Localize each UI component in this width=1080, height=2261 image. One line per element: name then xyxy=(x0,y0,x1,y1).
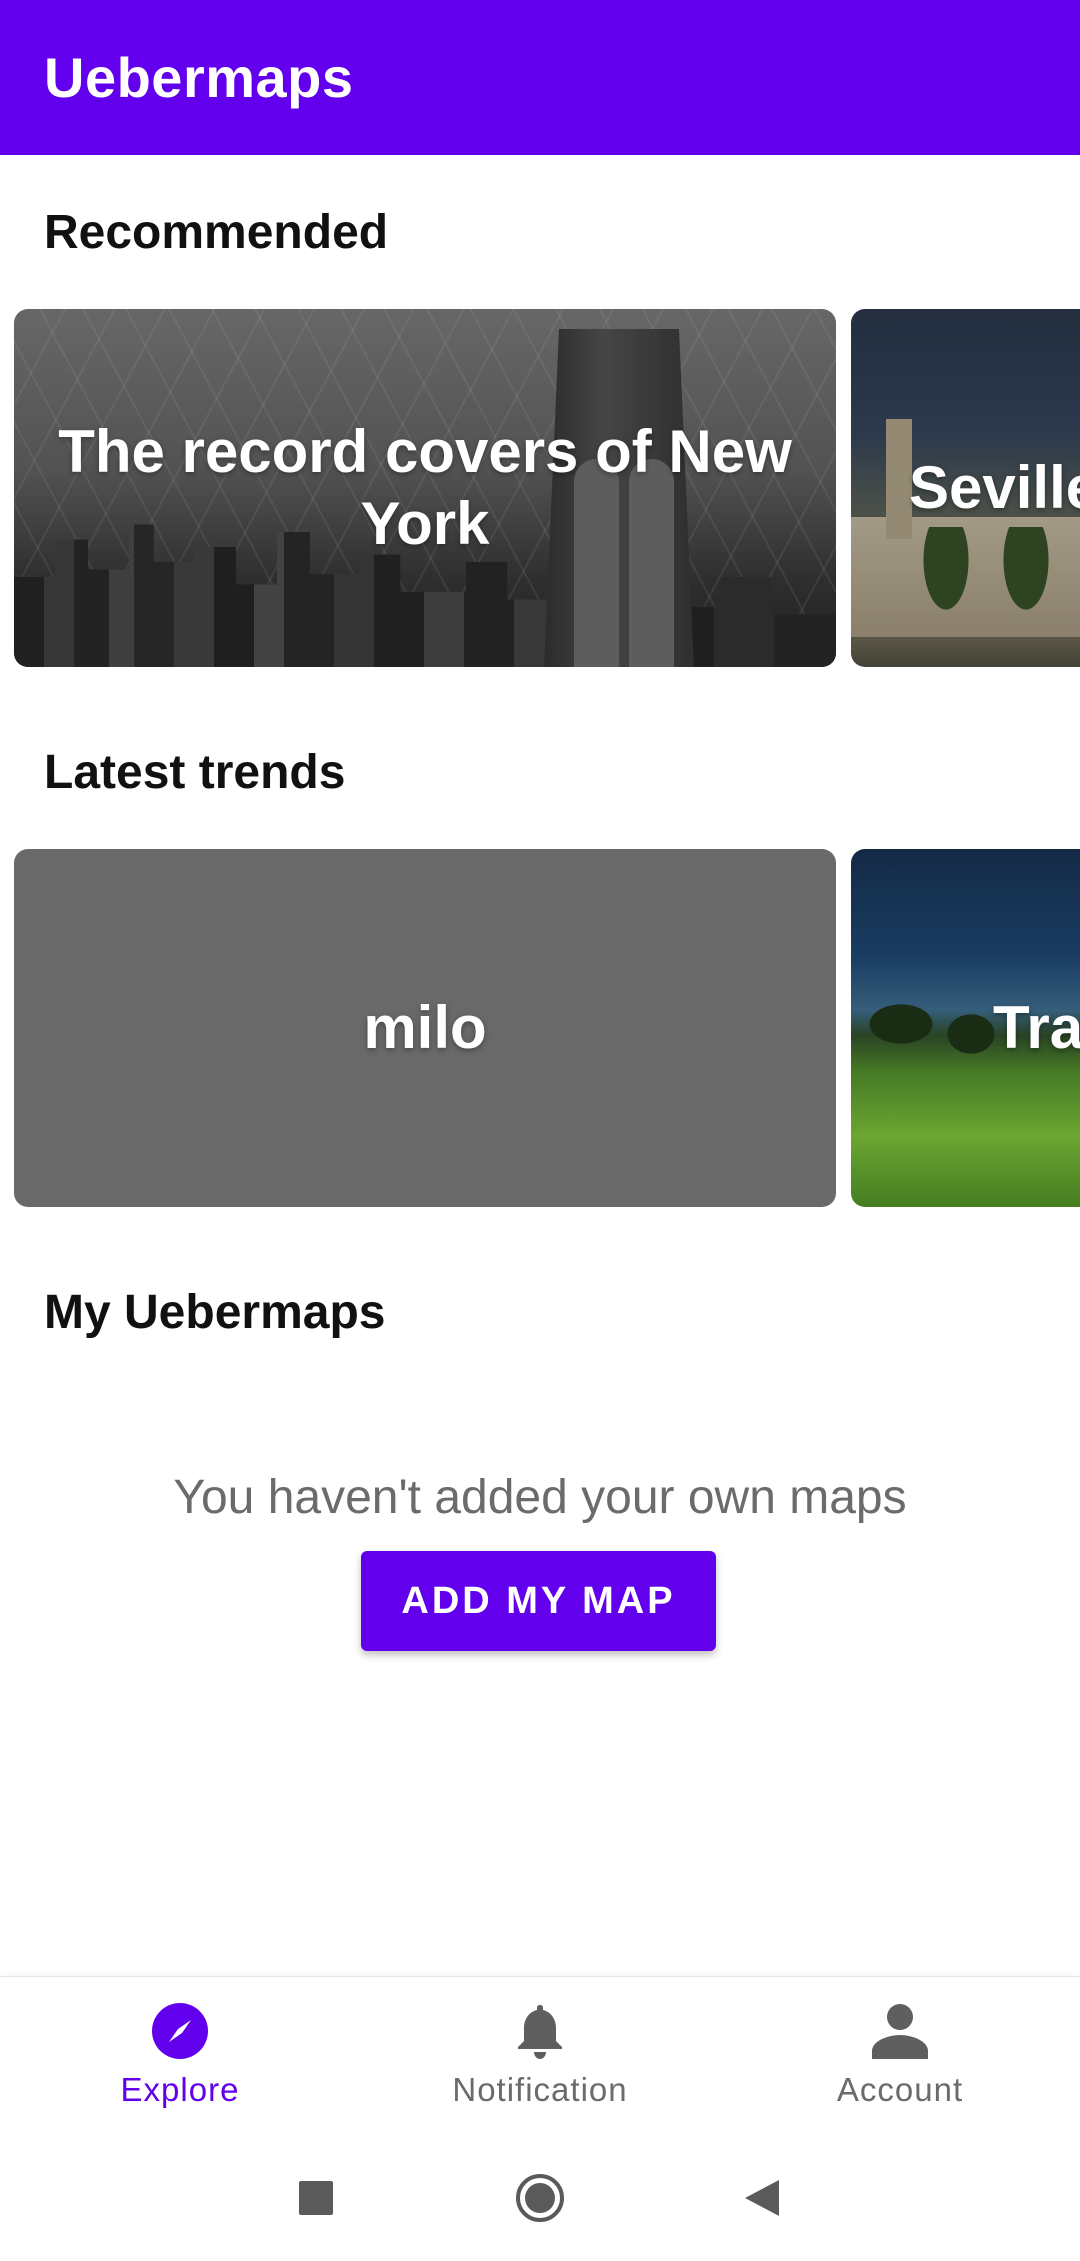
nav-label: Notification xyxy=(452,2071,628,2108)
section-title-recommended: Recommended xyxy=(44,206,389,259)
system-navigation-bar xyxy=(0,2136,1080,2261)
nav-item-account[interactable]: Account xyxy=(720,1977,1080,2137)
back-icon[interactable] xyxy=(722,2158,802,2238)
nav-label: Explore xyxy=(120,2071,240,2108)
card-label: Seville xyxy=(909,454,1080,521)
card-label: The record covers of New York xyxy=(58,418,792,557)
trend-card-field[interactable]: Tra xyxy=(851,849,1080,1207)
nav-item-notification[interactable]: Notification xyxy=(360,1977,720,2137)
app-title: Uebermaps xyxy=(44,46,354,109)
home-icon[interactable] xyxy=(500,2158,580,2238)
card-label: Tra xyxy=(993,994,1080,1061)
trend-card-milo[interactable]: milo xyxy=(14,849,836,1207)
compass-icon xyxy=(148,1999,212,2063)
empty-state-message: You haven't added your own maps xyxy=(173,1471,907,1524)
recommended-carousel[interactable]: The record covers of New York Seville xyxy=(0,309,1080,669)
recommended-card-new-york[interactable]: The record covers of New York xyxy=(14,309,836,667)
trends-carousel[interactable]: milo Tra xyxy=(0,849,1080,1209)
add-my-map-button[interactable]: ADD MY MAP xyxy=(361,1551,716,1651)
bell-icon xyxy=(508,1999,572,2063)
section-title-my-maps: My Uebermaps xyxy=(44,1286,386,1339)
section-title-latest-trends: Latest trends xyxy=(44,746,346,799)
bottom-navigation: Explore Notification Account xyxy=(0,1976,1080,2136)
card-label: milo xyxy=(363,994,487,1061)
recommended-card-seville[interactable]: Seville xyxy=(851,309,1080,667)
recents-icon[interactable] xyxy=(276,2158,356,2238)
nav-item-explore[interactable]: Explore xyxy=(0,1977,360,2137)
app-bar: Uebermaps xyxy=(0,0,1080,155)
person-icon xyxy=(868,1999,932,2063)
nav-label: Account xyxy=(836,2071,964,2108)
